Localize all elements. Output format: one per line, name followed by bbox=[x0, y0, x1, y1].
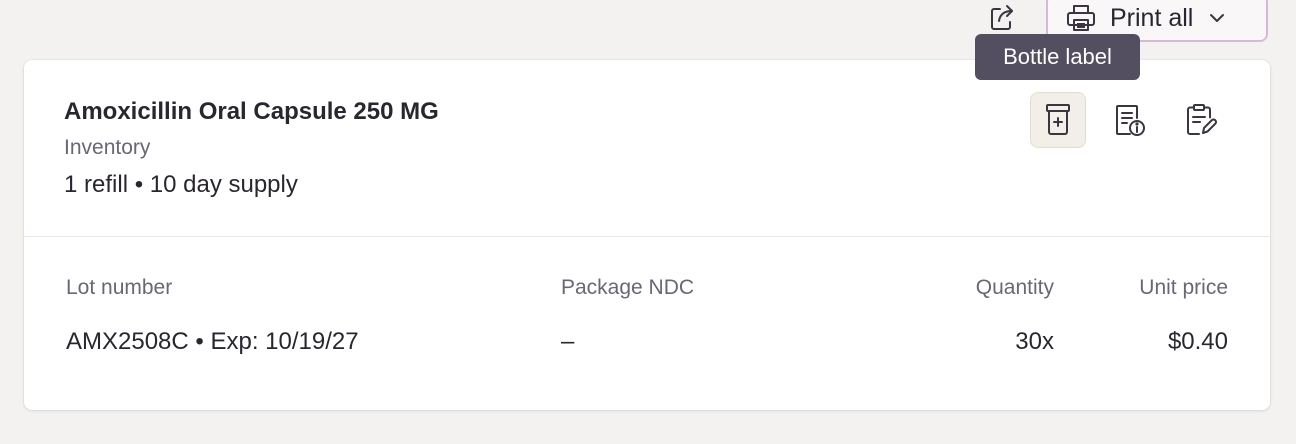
lot-number-header: Lot number bbox=[66, 276, 173, 299]
card-divider bbox=[24, 236, 1270, 237]
unit-price-header: Unit price bbox=[1139, 276, 1228, 299]
lot-number-value: AMX2508C • Exp: 10/19/27 bbox=[66, 328, 359, 355]
bottle-label-tooltip: Bottle label bbox=[975, 34, 1140, 80]
package-ndc-header: Package NDC bbox=[561, 276, 695, 299]
share-button[interactable] bbox=[982, 0, 1022, 36]
chevron-down-icon bbox=[1207, 8, 1227, 28]
unit-price-value: $0.40 bbox=[1167, 328, 1228, 355]
info-sheet-button[interactable] bbox=[1101, 92, 1157, 148]
document-info-icon bbox=[1112, 103, 1146, 137]
share-icon bbox=[986, 2, 1018, 34]
package-ndc-value: – bbox=[561, 328, 575, 355]
quantity-header: Quantity bbox=[975, 276, 1054, 299]
quantity-value: 30x bbox=[1015, 328, 1054, 355]
print-all-label: Print all bbox=[1110, 3, 1194, 32]
printer-icon bbox=[1064, 1, 1098, 35]
bottle-label-button[interactable] bbox=[1030, 92, 1086, 148]
refill-supply: 1 refill • 10 day supply bbox=[64, 171, 298, 198]
medication-source: Inventory bbox=[64, 136, 151, 159]
prescription-card: Amoxicillin Oral Capsule 250 MG Inventor… bbox=[24, 60, 1270, 410]
clipboard-edit-icon bbox=[1183, 103, 1217, 137]
edit-button[interactable] bbox=[1172, 92, 1228, 148]
medication-name: Amoxicillin Oral Capsule 250 MG bbox=[64, 98, 439, 125]
pill-bottle-icon bbox=[1043, 103, 1073, 137]
